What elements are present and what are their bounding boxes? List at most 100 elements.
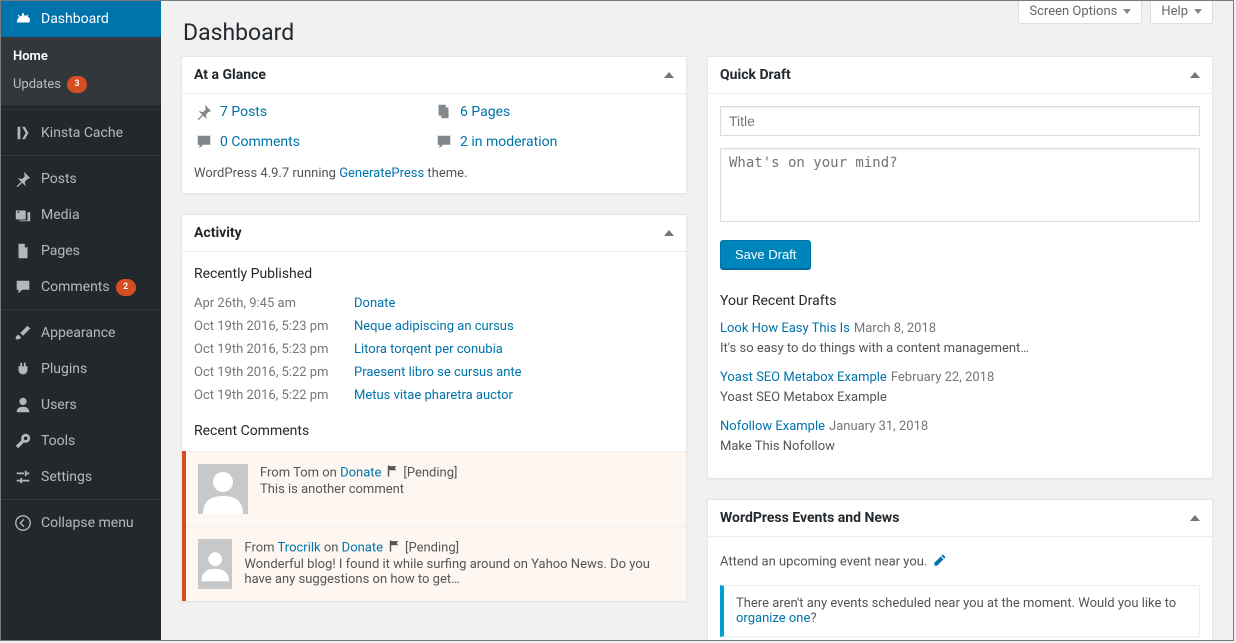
- menu-label: Dashboard: [41, 11, 109, 27]
- save-draft-button[interactable]: Save Draft: [720, 240, 811, 269]
- draft-date: March 8, 2018: [854, 321, 936, 336]
- activity-box: Activity Recently Published Apr 26th, 9:…: [181, 214, 687, 602]
- glance-posts: 7 Posts: [194, 102, 434, 122]
- chevron-down-icon: [1123, 9, 1131, 14]
- main-content: Screen Options Help Dashboard At a Glanc…: [161, 1, 1233, 640]
- screen-options-tab[interactable]: Screen Options: [1018, 1, 1142, 24]
- menu-label: Tools: [41, 433, 75, 449]
- pencil-icon[interactable]: [933, 553, 947, 571]
- pub-link[interactable]: Neque adipiscing an cursus: [354, 319, 514, 334]
- pub-link[interactable]: Praesent libro se cursus ante: [354, 365, 522, 380]
- comment-post-link[interactable]: Donate: [342, 540, 383, 555]
- menu-comments[interactable]: Comments 2: [1, 269, 161, 305]
- screen-options-label: Screen Options: [1029, 4, 1117, 19]
- comment-item[interactable]: From Tom on Donate[Pending] This is anot…: [186, 451, 686, 526]
- menu-appearance[interactable]: Appearance: [1, 315, 161, 351]
- menu-plugins[interactable]: Plugins: [1, 351, 161, 387]
- pub-date: Oct 19th 2016, 5:23 pm: [194, 342, 354, 357]
- comment-post-link[interactable]: Donate: [340, 465, 381, 480]
- flag-icon: [385, 464, 399, 482]
- moderation-link[interactable]: 2 in moderation: [460, 134, 557, 150]
- submenu-home[interactable]: Home: [1, 43, 161, 70]
- submenu-updates[interactable]: Updates 3: [1, 70, 161, 99]
- menu-collapse[interactable]: Collapse menu: [1, 505, 161, 541]
- menu-pages[interactable]: Pages: [1, 233, 161, 269]
- comment-item[interactable]: From Trocrilk on Donate[Pending] Wonderf…: [186, 526, 686, 601]
- dashboard-icon: [13, 9, 33, 29]
- comment-author-link[interactable]: Trocrilk: [278, 540, 321, 555]
- dashboard-submenu: Home Updates 3: [1, 37, 161, 105]
- organize-link[interactable]: organize one: [736, 611, 810, 626]
- draft-date: January 31, 2018: [829, 419, 928, 434]
- posts-link[interactable]: 7 Posts: [220, 104, 267, 120]
- pages-link[interactable]: 6 Pages: [460, 104, 510, 120]
- comment-status: [Pending]: [405, 540, 459, 555]
- menu-settings[interactable]: Settings: [1, 459, 161, 495]
- quick-draft-header[interactable]: Quick Draft: [708, 57, 1212, 94]
- menu-dashboard[interactable]: Dashboard: [1, 1, 161, 37]
- menu-kinsta-cache[interactable]: Kinsta Cache: [1, 115, 161, 151]
- version-text: WordPress 4.9.7 running: [194, 166, 339, 181]
- menu-label: Users: [41, 397, 77, 413]
- pub-date: Oct 19th 2016, 5:22 pm: [194, 365, 354, 380]
- pub-link[interactable]: Donate: [354, 296, 395, 311]
- menu-label: Posts: [41, 171, 77, 187]
- draft-excerpt: It's so easy to do things with a content…: [720, 341, 1029, 356]
- draft-link[interactable]: Nofollow Example: [720, 419, 825, 434]
- help-tab[interactable]: Help: [1150, 1, 1213, 24]
- glance-footer: WordPress 4.9.7 running GeneratePress th…: [194, 166, 674, 181]
- recent-comments-heading: Recent Comments: [194, 423, 674, 439]
- quick-draft-box: Quick Draft Save Draft Your Recent Draft…: [707, 56, 1213, 479]
- draft-title-input[interactable]: [720, 106, 1200, 136]
- pub-date: Oct 19th 2016, 5:23 pm: [194, 319, 354, 334]
- box-title: Activity: [194, 225, 242, 241]
- draft-excerpt: Yoast SEO Metabox Example: [720, 390, 887, 405]
- published-item: Oct 19th 2016, 5:23 pmNeque adipiscing a…: [194, 315, 674, 338]
- pages-icon: [434, 102, 454, 122]
- admin-sidebar: Dashboard Home Updates 3 Kinsta Cache Po…: [1, 1, 161, 640]
- menu-label: Collapse menu: [41, 515, 134, 531]
- submenu-updates-label: Updates: [13, 77, 61, 92]
- pub-link[interactable]: Litora torqent per conubia: [354, 342, 503, 357]
- updates-badge: 3: [67, 76, 87, 93]
- draft-content-input[interactable]: [720, 148, 1200, 222]
- at-a-glance-header[interactable]: At a Glance: [182, 57, 686, 94]
- pub-link[interactable]: Metus vitae pharetra auctor: [354, 388, 513, 403]
- comment-on: on: [321, 540, 342, 555]
- at-a-glance-box: At a Glance 7 Posts 6 Pages 0 Comments 2…: [181, 56, 687, 194]
- avatar: [198, 539, 232, 589]
- menu-users[interactable]: Users: [1, 387, 161, 423]
- chevron-down-icon: [1194, 9, 1202, 14]
- menu-posts[interactable]: Posts: [1, 161, 161, 197]
- menu-label: Kinsta Cache: [41, 125, 123, 141]
- pages-icon: [13, 241, 33, 261]
- pub-date: Oct 19th 2016, 5:22 pm: [194, 388, 354, 403]
- comments-badge: 2: [116, 279, 136, 296]
- menu-label: Appearance: [41, 325, 115, 341]
- chevron-up-icon: [1190, 72, 1200, 78]
- menu-media[interactable]: Media: [1, 197, 161, 233]
- draft-link[interactable]: Yoast SEO Metabox Example: [720, 370, 887, 385]
- events-header[interactable]: WordPress Events and News: [708, 500, 1212, 537]
- comment-text: Wonderful blog! I found it while surfing…: [244, 557, 674, 587]
- draft-link[interactable]: Look How Easy This Is: [720, 321, 850, 336]
- flag-icon: [387, 539, 401, 557]
- glance-comments: 0 Comments: [194, 132, 434, 152]
- sliders-icon: [13, 467, 33, 487]
- published-item: Oct 19th 2016, 5:23 pmLitora torqent per…: [194, 338, 674, 361]
- help-label: Help: [1161, 4, 1188, 19]
- theme-link[interactable]: GeneratePress: [339, 166, 424, 181]
- avatar: [198, 464, 248, 514]
- activity-header[interactable]: Activity: [182, 215, 686, 252]
- recently-published-heading: Recently Published: [194, 266, 674, 282]
- menu-tools[interactable]: Tools: [1, 423, 161, 459]
- comment-icon: [13, 277, 33, 297]
- menu-label: Comments: [41, 279, 110, 295]
- version-suffix: theme.: [424, 166, 467, 181]
- published-item: Apr 26th, 9:45 amDonate: [194, 292, 674, 315]
- draft-date: February 22, 2018: [891, 370, 994, 385]
- chevron-up-icon: [664, 72, 674, 78]
- pin-icon: [194, 102, 214, 122]
- comments-link[interactable]: 0 Comments: [220, 134, 300, 150]
- box-title: At a Glance: [194, 67, 266, 83]
